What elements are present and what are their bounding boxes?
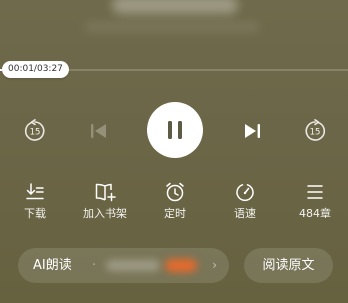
previous-button[interactable]: [88, 120, 110, 142]
chevron-right-icon: ›: [212, 258, 217, 272]
audio-player-screen: 00:01/03:27 15 15 下载 加入书架 定时 语速 484章 AI朗…: [0, 0, 348, 303]
next-track-icon: [245, 124, 260, 138]
skip-back-seconds: 15: [30, 128, 41, 138]
timer-button[interactable]: 定时: [145, 181, 205, 220]
forward-15-icon: 15: [305, 119, 326, 141]
download-button[interactable]: 下载: [5, 181, 65, 220]
add-to-shelf-label: 加入书架: [83, 207, 127, 220]
download-label: 下载: [24, 207, 46, 220]
next-button[interactable]: [241, 120, 263, 142]
rewind-15-icon: 15: [24, 119, 45, 141]
blurred-book-title: [112, 0, 238, 14]
pause-button[interactable]: [147, 102, 203, 158]
speed-button[interactable]: 语速: [215, 181, 275, 220]
blurred-voice-badge: [165, 259, 197, 272]
speedometer-icon: [236, 184, 254, 202]
chapters-label: 484章: [299, 207, 331, 220]
speed-label: 语速: [234, 207, 256, 220]
timer-label: 定时: [164, 207, 186, 220]
add-book-icon: [95, 183, 116, 202]
read-original-button[interactable]: 阅读原文: [244, 248, 333, 283]
add-to-shelf-button[interactable]: 加入书架: [75, 181, 135, 220]
ai-read-selector[interactable]: AI朗读 · ›: [18, 248, 229, 283]
download-icon: [26, 183, 44, 200]
alarm-clock-icon: [166, 182, 184, 202]
previous-track-icon: [91, 124, 106, 138]
progress-time-label[interactable]: 00:01/03:27: [2, 61, 69, 78]
chapters-button[interactable]: 484章: [285, 181, 345, 220]
pause-icon: [168, 121, 182, 139]
ai-separator: ·: [92, 258, 97, 273]
ai-read-label: AI朗读: [33, 258, 72, 273]
skip-forward-15-button[interactable]: 15: [302, 118, 328, 144]
blurred-book-subtitle: [84, 22, 260, 32]
skip-forward-seconds: 15: [310, 128, 321, 138]
blurred-voice-name: [106, 260, 160, 271]
list-icon: [307, 185, 323, 199]
skip-back-15-button[interactable]: 15: [22, 118, 48, 144]
